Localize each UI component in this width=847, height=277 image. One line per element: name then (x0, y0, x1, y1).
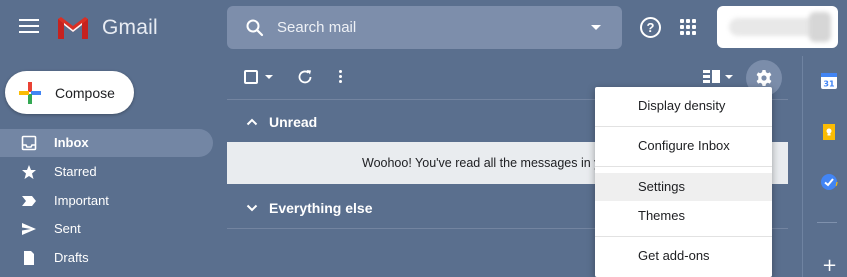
search-options-icon[interactable] (591, 25, 601, 30)
tasks-icon[interactable] (820, 173, 838, 191)
compose-button[interactable]: Compose (5, 71, 134, 114)
top-bar: Gmail ? (0, 0, 847, 56)
account-button[interactable] (717, 6, 838, 48)
side-panel: 31 + (802, 56, 847, 277)
sidebar-item-sent[interactable]: Sent (0, 215, 213, 243)
sidebar-item-label: Important (54, 193, 109, 208)
important-icon (22, 196, 36, 206)
menu-item-get-add-ons[interactable]: Get add-ons (595, 242, 772, 270)
menu-item-label: Get add-ons (638, 248, 710, 263)
sidebar-item-label: Inbox (54, 135, 89, 150)
help-icon[interactable]: ? (640, 17, 661, 38)
search-icon[interactable] (245, 18, 265, 38)
menu-item-settings[interactable]: Settings (595, 173, 772, 201)
sidebar-item-label: Drafts (54, 250, 89, 265)
chevron-down-icon (246, 204, 258, 212)
sidebar-item-label: Starred (54, 164, 97, 179)
brand-name: Gmail (102, 16, 158, 39)
select-options-icon[interactable] (265, 75, 273, 79)
avatar (809, 12, 831, 42)
gmail-logo-icon (58, 17, 88, 39)
svg-text:31: 31 (823, 80, 835, 89)
send-icon (22, 223, 36, 235)
apps-grid-icon[interactable] (680, 19, 696, 35)
sidebar-item-drafts[interactable]: Drafts (0, 244, 213, 272)
add-addon-icon[interactable]: + (822, 255, 837, 276)
section-title: Unread (269, 114, 318, 130)
menu-divider (595, 126, 772, 127)
gear-icon (756, 70, 772, 86)
compose-label: Compose (55, 85, 115, 101)
side-panel-divider (817, 222, 837, 223)
menu-item-configure-inbox[interactable]: Configure Inbox (595, 132, 772, 160)
menu-divider (595, 166, 772, 167)
menu-item-label: Configure Inbox (638, 138, 730, 153)
empty-inbox-message: Woohoo! You've read all the messages in … (362, 156, 601, 170)
inbox-icon (21, 135, 37, 151)
star-icon (22, 165, 36, 179)
split-pane-caret-icon[interactable] (725, 75, 733, 79)
search-bar[interactable] (227, 6, 622, 49)
draft-icon (24, 251, 34, 265)
sidebar-item-important[interactable]: Important (0, 187, 213, 215)
select-all-checkbox[interactable] (244, 70, 258, 84)
refresh-icon[interactable] (297, 69, 313, 85)
menu-item-label: Themes (638, 208, 685, 223)
menu-item-display-density[interactable]: Display density (595, 92, 772, 120)
menu-divider (595, 236, 772, 237)
menu-item-label: Display density (638, 98, 726, 113)
chevron-up-icon (246, 118, 258, 126)
search-input[interactable] (277, 14, 577, 41)
sidebar-item-label: Sent (54, 221, 81, 236)
split-pane-icon[interactable] (703, 70, 721, 84)
settings-dropdown: Display density Configure Inbox Settings… (595, 87, 772, 277)
gmail-app: Gmail ? Compose (0, 0, 847, 277)
section-title: Everything else (269, 200, 373, 216)
main-menu-icon[interactable] (19, 19, 39, 37)
sidebar-item-inbox[interactable]: Inbox (0, 129, 213, 157)
menu-item-themes[interactable]: Themes (595, 202, 772, 230)
keep-icon[interactable] (820, 123, 838, 141)
calendar-icon[interactable]: 31 (820, 72, 838, 90)
sidebar-item-starred[interactable]: Starred (0, 158, 213, 186)
compose-plus-icon (19, 82, 41, 104)
menu-item-label: Settings (638, 179, 685, 194)
more-options-icon[interactable] (337, 69, 345, 85)
